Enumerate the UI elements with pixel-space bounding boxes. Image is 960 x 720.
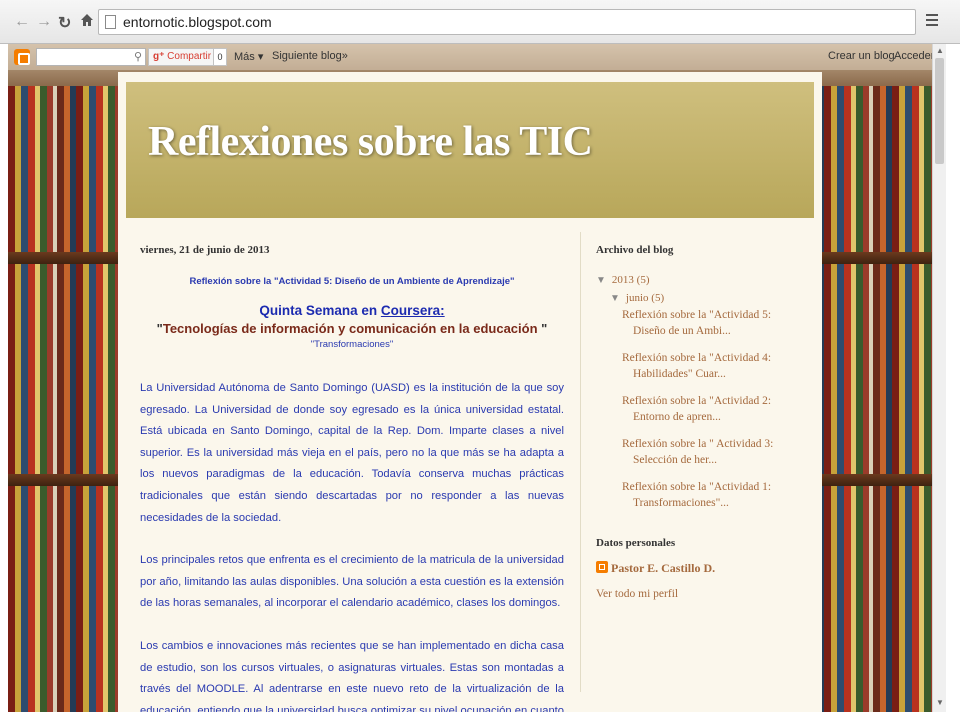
- forward-arrow-icon[interactable]: →: [36, 13, 52, 31]
- collapse-triangle-icon[interactable]: ▼: [596, 275, 606, 286]
- blogger-navbar: ⚲ g⁺ Compartir 0 Más ▾ Siguiente blog» C…: [8, 44, 932, 70]
- share-label: Compartir: [167, 51, 212, 62]
- search-icon[interactable]: ⚲: [134, 50, 142, 63]
- archive-month[interactable]: ▼ junio (5): [610, 292, 806, 304]
- week-text: Quinta Semana en: [259, 303, 381, 318]
- post-date: viernes, 21 de junio de 2013: [140, 244, 270, 256]
- home-icon[interactable]: [80, 13, 94, 27]
- vertical-scrollbar[interactable]: ▲ ▼: [932, 44, 946, 712]
- back-arrow-icon[interactable]: ←: [14, 13, 30, 31]
- post-paragraph: Los cambios e innovaciones más recientes…: [140, 639, 564, 712]
- week-line: Quinta Semana en Coursera:: [140, 303, 564, 318]
- next-blog-link[interactable]: Siguiente blog»: [272, 50, 348, 62]
- archive-post-list: Reflexión sobre la "Actividad 5: Diseño …: [622, 307, 806, 511]
- archive-month-label[interactable]: junio: [626, 292, 649, 304]
- browser-toolbar: ← → ↻ entornotic.blogspot.com: [0, 0, 960, 44]
- archive-year-count: (5): [636, 274, 650, 286]
- page-icon: [105, 15, 116, 29]
- blogger-profile-icon: [596, 561, 608, 573]
- archive-year-label[interactable]: 2013: [612, 274, 634, 286]
- more-menu-link[interactable]: Más ▾: [234, 50, 263, 63]
- transformations-label: "Transformaciones": [310, 339, 394, 350]
- scrollbar-thumb[interactable]: [935, 58, 944, 164]
- profile-title: Datos personales: [596, 537, 676, 549]
- archive-month-count: (5): [651, 292, 665, 304]
- collapse-triangle-icon[interactable]: ▼: [610, 293, 620, 304]
- coursera-link[interactable]: Coursera:: [381, 303, 445, 318]
- google-plus-icon: g⁺: [153, 51, 165, 62]
- profile-widget: Datos personales Pastor E. Castillo D. V…: [596, 537, 806, 600]
- blog-header: Reflexiones sobre las TIC: [126, 82, 814, 218]
- address-bar[interactable]: entornotic.blogspot.com: [98, 9, 916, 35]
- blog-post: viernes, 21 de junio de 2013 Reflexión s…: [140, 244, 564, 712]
- course-name: Tecnologías de información y comunicació…: [162, 321, 538, 336]
- sidebar: Archivo del blog ▼ 2013 (5) ▼ junio (5) Re…: [596, 244, 806, 600]
- post-heading: Reflexión sobre la "Actividad 5: Diseño …: [189, 276, 515, 287]
- archive-post-link[interactable]: Reflexión sobre la "Actividad 1: Transfo…: [622, 479, 806, 511]
- hamburger-menu-icon[interactable]: [926, 14, 938, 26]
- blog-content: Reflexiones sobre las TIC viernes, 21 de…: [118, 72, 822, 712]
- profile-name[interactable]: Pastor E. Castillo D.: [611, 561, 715, 575]
- create-blog-link[interactable]: Crear un blog: [828, 50, 895, 62]
- archive-title: Archivo del blog: [596, 244, 674, 256]
- page-viewport: ⚲ g⁺ Compartir 0 Más ▾ Siguiente blog» C…: [8, 44, 932, 712]
- profile-name-row[interactable]: Pastor E. Castillo D.: [596, 561, 806, 576]
- blogger-logo-icon[interactable]: [14, 49, 30, 65]
- scroll-up-icon[interactable]: ▲: [936, 46, 944, 55]
- archive-post-link[interactable]: Reflexión sobre la "Actividad 5: Diseño …: [622, 307, 806, 339]
- archive-post-link[interactable]: Reflexión sobre la "Actividad 4: Habilid…: [622, 350, 806, 382]
- scroll-down-icon[interactable]: ▼: [936, 698, 944, 707]
- reload-icon[interactable]: ↻: [58, 13, 71, 33]
- post-paragraph: Los principales retos que enfrenta es el…: [140, 554, 564, 610]
- sign-in-link[interactable]: Acceder: [894, 50, 932, 62]
- blog-title[interactable]: Reflexiones sobre las TIC: [148, 118, 593, 166]
- archive-post-link[interactable]: Reflexión sobre la " Actividad 3: Selecc…: [622, 436, 806, 468]
- archive-year[interactable]: ▼ 2013 (5): [596, 274, 806, 286]
- share-button[interactable]: g⁺ Compartir: [148, 48, 217, 66]
- archive-post-link[interactable]: Reflexión sobre la "Actividad 2: Entorno…: [622, 393, 806, 425]
- blog-search-input[interactable]: ⚲: [36, 48, 146, 66]
- share-count: 0: [213, 48, 227, 66]
- quote-close: ": [537, 321, 548, 336]
- view-profile-link[interactable]: Ver todo mi perfil: [596, 588, 806, 600]
- course-title-line: "Tecnologías de información y comunicaci…: [140, 321, 564, 336]
- column-divider: [580, 232, 581, 692]
- post-paragraph: La Universidad Autónoma de Santo Domingo…: [140, 382, 564, 524]
- url-text[interactable]: entornotic.blogspot.com: [123, 14, 272, 30]
